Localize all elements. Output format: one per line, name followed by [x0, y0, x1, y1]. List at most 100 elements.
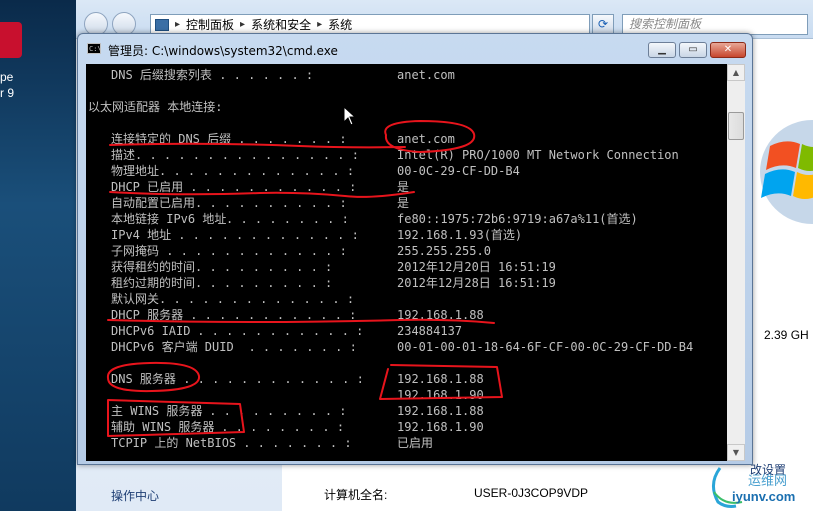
- computer-name-label: 计算机全名:: [324, 488, 388, 502]
- breadcrumb-system-security[interactable]: 系统和安全: [251, 16, 311, 33]
- action-center-link[interactable]: 操作中心: [111, 487, 159, 504]
- console-line-label: IPv4 地址: [111, 228, 172, 242]
- console-line-value: anet.com: [397, 132, 455, 146]
- console-line-dots: . . . . . . . . . . . . . :: [159, 164, 355, 178]
- folder-icon: [155, 18, 169, 31]
- watermark-text-bottom: iyunv.com: [732, 489, 796, 504]
- console-line-dots: . . . . . . . . . . :: [195, 196, 347, 210]
- console-line-dots: . . . . . . :: [212, 68, 314, 82]
- console-line: DHCP 服务器 . . . . . . . . . . . : 192.168.…: [86, 307, 727, 323]
- console-line-label: 租约过期的时间: [111, 276, 196, 290]
- console-line-value: fe80::1975:72b6:9719:a67a%11(首选): [397, 212, 638, 226]
- desktop-icon-label-1: pe: [0, 70, 14, 84]
- desktop-app-icon[interactable]: [0, 22, 22, 58]
- cmd-title-bar[interactable]: C:\ 管理员: C:\windows\system32\cmd.exe ▁ ▭…: [78, 34, 752, 64]
- console-line-value: 192.168.1.88: [397, 372, 484, 386]
- scroll-down-arrow-icon[interactable]: ▼: [727, 444, 745, 461]
- console-line-dots: . . . . . . . . . :: [195, 260, 333, 274]
- computer-name-value: USER-0J3COP9VDP: [474, 486, 589, 500]
- console-line: 获得租约的时间. . . . . . . . . : 2012年12月20日 16…: [86, 259, 727, 275]
- console-line-label: DNS 后缀搜索列表: [111, 68, 212, 82]
- console-line-label: 以太网适配器 本地连接:: [88, 100, 223, 114]
- console-line: DHCPv6 客户端 DUID . . . . . . . : 00-01-00-…: [86, 339, 727, 355]
- console-line-label: 主 WINS 服务器: [111, 404, 203, 418]
- maximize-button[interactable]: ▭: [679, 42, 707, 58]
- console-line-label: DHCP 服务器: [111, 308, 184, 322]
- console-line-dots: . . . . . . . . . . . . :: [171, 228, 359, 242]
- console-line-dots: . . . . . . . . . . . :: [183, 308, 357, 322]
- console-line: 自动配置已启用. . . . . . . . . . : 是: [86, 195, 727, 211]
- console-line-dots: . . . . . . . . . :: [202, 404, 347, 418]
- console-line-dots: . . . . . . . . . . . :: [183, 180, 357, 194]
- console-line-dots: . . . . . . . . . . . . :: [159, 244, 347, 258]
- console-line-label: DHCPv6 客户端 DUID: [111, 340, 234, 354]
- refresh-icon[interactable]: ⟳: [592, 14, 614, 35]
- desktop-background: pe r 9: [0, 0, 76, 511]
- mouse-pointer-icon: [343, 106, 357, 126]
- desktop-icon-label-2: r 9: [0, 86, 15, 100]
- console-line: 租约过期的时间. . . . . . . . . : 2012年12月28日 16…: [86, 275, 727, 291]
- watermark-text-top: 运维网: [748, 474, 788, 489]
- breadcrumb-control-panel[interactable]: 控制面板: [186, 16, 234, 33]
- cmd-window[interactable]: C:\ 管理员: C:\windows\system32\cmd.exe ▁ ▭…: [77, 33, 753, 465]
- breadcrumb-separator-icon: ▸: [175, 19, 181, 30]
- cmd-window-title: 管理员: C:\windows\system32\cmd.exe: [108, 44, 338, 58]
- console-line-label: 自动配置已启用: [111, 196, 196, 210]
- console-line: DNS 后缀搜索列表 . . . . . . : anet.com: [86, 67, 727, 83]
- console-line-label: 描述: [111, 148, 136, 162]
- console-line: 辅助 WINS 服务器 . . . . . . . . : 192.168.1.9…: [86, 419, 727, 435]
- console-line: 以太网适配器 本地连接:: [86, 99, 727, 115]
- console-line: DHCP 已启用 . . . . . . . . . . . : 是: [86, 179, 727, 195]
- console-line-dots: . . . . . . . . . . . . :: [176, 372, 364, 386]
- console-line: 描述. . . . . . . . . . . . . . . : Intel(R…: [86, 147, 727, 163]
- console-line-value: 已启用: [397, 436, 434, 450]
- console-line: TCPIP 上的 NetBIOS . . . . . . . : 已启用: [86, 435, 727, 451]
- console-line: 子网掩码 . . . . . . . . . . . . : 255.255.25…: [86, 243, 727, 259]
- console-line-value: 255.255.255.0: [397, 244, 491, 258]
- console-line-label: 获得租约的时间: [111, 260, 196, 274]
- console-line-dots: . . . . . . . . :: [214, 420, 345, 434]
- console-line: 192.168.1.90: [86, 387, 727, 403]
- console-line-label: DNS 服务器: [111, 372, 176, 386]
- console-line: 本地链接 IPv6 地址. . . . . . . . : fe80::1975:…: [86, 211, 727, 227]
- console-line: DHCPv6 IAID . . . . . . . . . . . : 23488…: [86, 323, 727, 339]
- console-line-label: TCPIP 上的 NetBIOS: [111, 436, 237, 450]
- close-button[interactable]: ✕: [710, 42, 746, 58]
- cmd-app-icon: C:\: [87, 43, 102, 54]
- scroll-up-arrow-icon[interactable]: ▲: [727, 64, 745, 81]
- console-line-value: 是: [397, 180, 410, 194]
- console-line: IPv4 地址 . . . . . . . . . . . . : 192.168…: [86, 227, 727, 243]
- console-line-label: 物理地址: [111, 164, 160, 178]
- console-line: 默认网关. . . . . . . . . . . . . :: [86, 291, 727, 307]
- console-line-value: 192.168.1.88: [397, 404, 484, 418]
- console-line-dots: . . . . . . . . . . . . . . . :: [135, 148, 359, 162]
- scrollbar-thumb[interactable]: [728, 112, 744, 140]
- console-line-value: 234884137: [397, 324, 463, 338]
- console-line-value: 是: [397, 196, 410, 210]
- console-line-dots: . . . . . . . . . . . :: [190, 324, 364, 338]
- search-input[interactable]: 搜索控制面板: [622, 14, 808, 35]
- console-line-label: 辅助 WINS 服务器: [111, 420, 215, 434]
- breadcrumb-system[interactable]: 系统: [328, 16, 352, 33]
- address-bar[interactable]: ▸ 控制面板 ▸ 系统和安全 ▸ 系统: [150, 14, 590, 35]
- console-line-value: 192.168.1.88: [397, 308, 484, 322]
- console-line-dots: . . . . . . . . . :: [195, 276, 333, 290]
- console-line-value: 192.168.1.90: [397, 388, 484, 402]
- console-output[interactable]: DNS 后缀搜索列表 . . . . . . : anet.com 以太网适配器 本…: [86, 64, 727, 461]
- cpu-speed-value: 2.39 GH: [764, 328, 809, 342]
- console-line-dots: . . . . . . . . . . . . . :: [159, 292, 355, 306]
- console-line-value: anet.com: [397, 68, 455, 82]
- console-line-value: 2012年12月28日 16:51:19: [397, 276, 556, 290]
- minimize-button[interactable]: ▁: [648, 42, 676, 58]
- console-line-label: 本地链接 IPv6 地址: [111, 212, 227, 226]
- console-line: 主 WINS 服务器 . . . . . . . . . : 192.168.1.…: [86, 403, 727, 419]
- console-line-label: 默认网关: [111, 292, 160, 306]
- console-line-value: 00-01-00-01-18-64-6F-CF-00-0C-29-CF-DD-B…: [397, 340, 694, 354]
- console-scrollbar[interactable]: ▲ ▼: [727, 64, 745, 461]
- console-line-dots: . . . . . . . . :: [226, 212, 349, 226]
- console-line-dots: . . . . . . . :: [231, 132, 347, 146]
- console-line: 物理地址. . . . . . . . . . . . . : 00-0C-29-…: [86, 163, 727, 179]
